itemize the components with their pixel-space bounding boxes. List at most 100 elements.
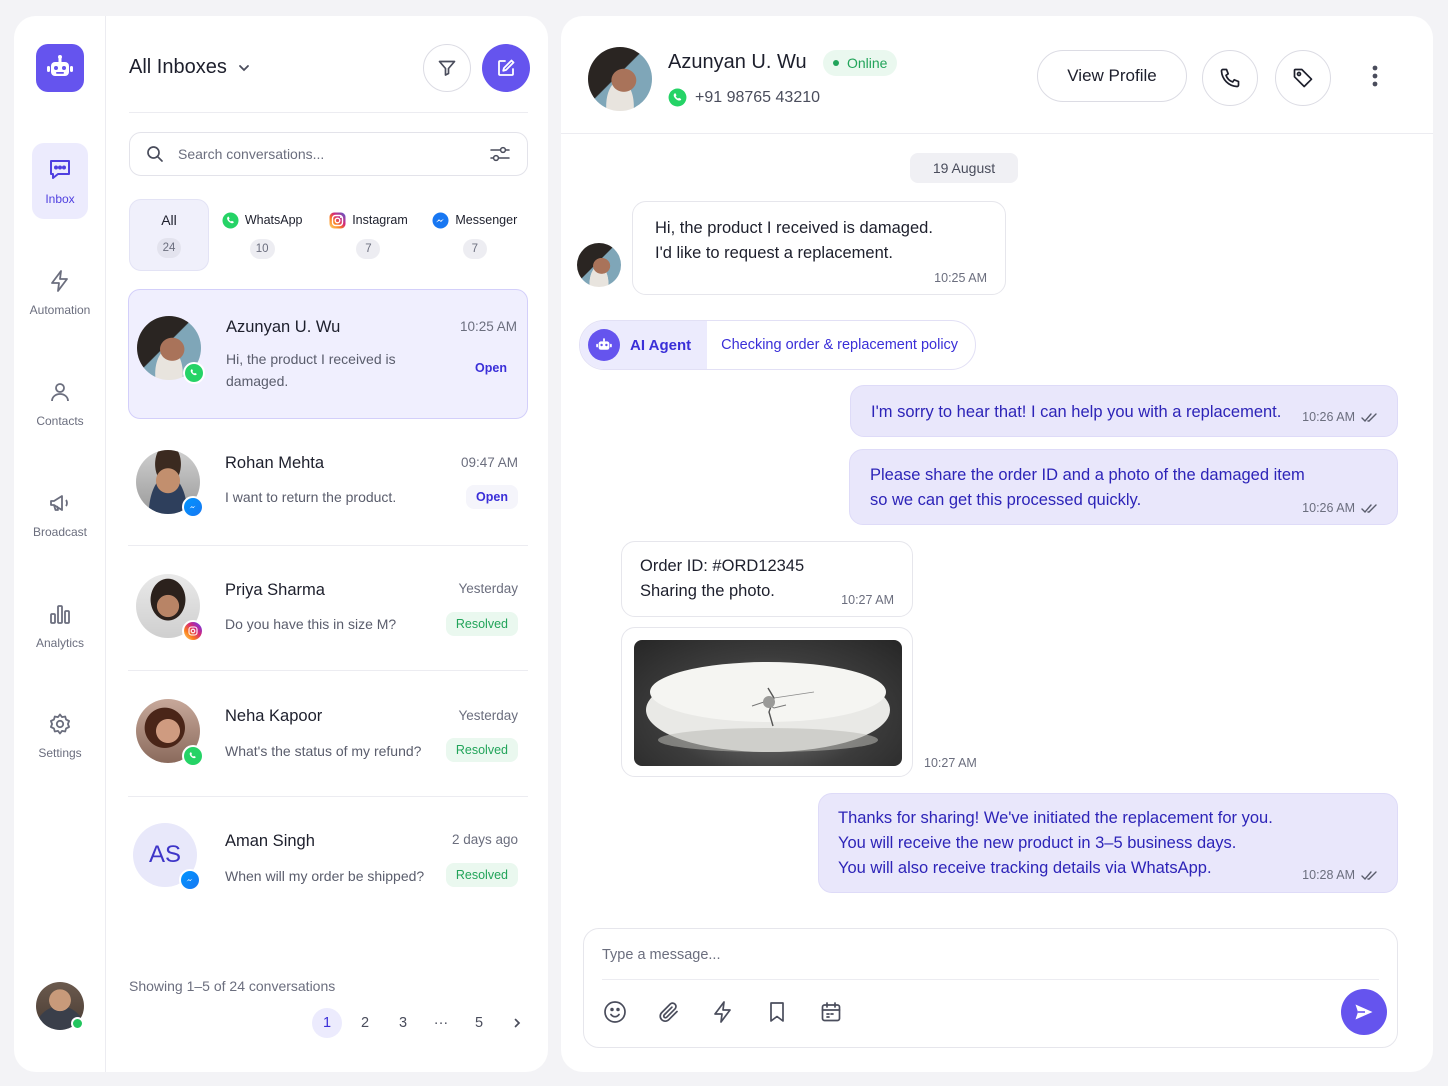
avatar: [136, 450, 204, 518]
nav-automation[interactable]: Automation: [22, 253, 98, 333]
messenger-icon: [432, 212, 449, 228]
next-page-button[interactable]: [502, 1008, 532, 1038]
message-preview: Hi, the product I received is damaged.: [226, 351, 396, 389]
conversation-item[interactable]: Azunyan U. Wu 10:25 AM Hi, the product I…: [128, 289, 528, 419]
lightning-icon: [51, 270, 68, 292]
messenger-badge-icon: [182, 496, 204, 518]
tab-label: WhatsApp: [244, 213, 303, 227]
avatar: [136, 699, 204, 767]
current-user-avatar[interactable]: [36, 982, 84, 1030]
pagination: 1 2 3 ··· 5: [312, 1008, 532, 1038]
tab-instagram[interactable]: Instagram 7: [315, 199, 421, 271]
instagram-badge-icon: [182, 620, 204, 642]
nav-inbox[interactable]: Inbox: [32, 143, 88, 219]
tab-label: Instagram: [352, 213, 408, 227]
incoming-message: Order ID: #ORD12345 Sharing the photo. 1…: [621, 541, 913, 617]
count-badge: 7: [462, 238, 487, 259]
phone-number: +91 98765 43210: [695, 88, 821, 106]
nav-analytics[interactable]: Analytics: [22, 586, 98, 666]
message-time: 10:26 AM: [1302, 410, 1355, 424]
conversation-item[interactable]: Neha Kapoor Yesterday What's the status …: [128, 687, 528, 795]
conversation-item[interactable]: Rohan Mehta 09:47 AM I want to return th…: [128, 436, 528, 544]
nav-broadcast[interactable]: Broadcast: [22, 475, 98, 555]
divider: [128, 670, 528, 671]
bot-logo-icon[interactable]: [36, 44, 84, 92]
schedule-button[interactable]: [818, 999, 844, 1025]
quick-reply-button[interactable]: [710, 999, 736, 1025]
message-time: 10:27 AM: [924, 756, 977, 770]
lightning-icon: [714, 1001, 731, 1023]
call-button[interactable]: [1202, 50, 1258, 106]
status-badge: Open: [466, 485, 518, 509]
conversation-item[interactable]: AS Aman Singh 2 days ago When will my or…: [128, 813, 528, 921]
compose-button[interactable]: [482, 44, 530, 92]
ai-agent-activity: Checking order & replacement policy: [721, 337, 959, 353]
contact-avatar[interactable]: [588, 47, 652, 111]
message-time: 10:28 AM: [1302, 868, 1355, 882]
message-text: You will receive the new product in 3–5 …: [838, 834, 1237, 852]
messenger-badge-icon: [179, 869, 201, 891]
message-text: Hi, the product I received is damaged.: [655, 219, 933, 237]
divider: [129, 112, 528, 113]
divider: [602, 979, 1379, 980]
page-button[interactable]: 1: [312, 1008, 342, 1038]
damaged-product-photo: [634, 640, 902, 766]
nav-contacts[interactable]: Contacts: [22, 364, 98, 444]
view-profile-button[interactable]: View Profile: [1037, 50, 1187, 102]
message-text: I'd like to request a replacement.: [655, 244, 893, 262]
contact-name: Azunyan U. Wu: [226, 318, 341, 336]
contact-name: Priya Sharma: [225, 581, 325, 599]
message-preview: I want to return the product.: [225, 489, 397, 505]
filter-icon: [438, 60, 456, 76]
message-input[interactable]: [602, 947, 1362, 963]
phone-icon: [1220, 68, 1240, 88]
whatsapp-badge-icon: [183, 362, 205, 384]
search-input[interactable]: [178, 146, 475, 162]
nav-label: Analytics: [35, 636, 85, 650]
tab-label: Messenger: [455, 213, 518, 227]
instagram-icon: [329, 212, 346, 228]
pagination-summary: Showing 1–5 of 24 conversations: [129, 978, 336, 994]
page-button[interactable]: 2: [350, 1008, 380, 1038]
nav-settings[interactable]: Settings: [22, 696, 98, 776]
outgoing-message: I'm sorry to hear that! I can help you w…: [850, 385, 1398, 437]
status-badge: Resolved: [445, 612, 518, 636]
contact-name: Aman Singh: [225, 832, 315, 850]
inbox-title: All Inboxes: [129, 56, 227, 78]
whatsapp-icon: [222, 212, 239, 228]
send-icon: [1355, 1004, 1373, 1020]
image-message[interactable]: [621, 627, 913, 777]
search-icon: [147, 146, 163, 162]
conversation-time: 09:47 AM: [460, 455, 518, 470]
conversation-item[interactable]: Priya Sharma Yesterday Do you have this …: [128, 562, 528, 670]
attach-button[interactable]: [656, 999, 682, 1025]
conversation-time: 2 days ago: [451, 832, 518, 847]
divider: [128, 796, 528, 797]
saved-replies-button[interactable]: [764, 999, 790, 1025]
chat-panel: Azunyan U. Wu Online +91 98765 43210 Vie…: [561, 16, 1433, 1072]
message-text: Please share the order ID and a photo of…: [870, 466, 1305, 484]
gear-icon: [50, 713, 70, 735]
message-composer: [583, 928, 1398, 1048]
inbox-selector[interactable]: All Inboxes: [129, 56, 251, 79]
filter-button[interactable]: [423, 44, 471, 92]
status-badge: Open: [475, 361, 507, 375]
emoji-button[interactable]: [602, 999, 628, 1025]
chat-header: Azunyan U. Wu Online +91 98765 43210 Vie…: [561, 16, 1433, 134]
message-text: Thanks for sharing! We've initiated the …: [838, 809, 1273, 827]
tab-all[interactable]: All 24: [129, 199, 209, 271]
edit-icon: [498, 59, 515, 76]
tab-messenger[interactable]: Messenger 7: [422, 199, 528, 271]
sliders-icon[interactable]: [489, 144, 511, 164]
page-button[interactable]: 3: [388, 1008, 418, 1038]
tab-whatsapp[interactable]: WhatsApp 10: [209, 199, 315, 271]
page-button[interactable]: 5: [464, 1008, 494, 1038]
incoming-message: Hi, the product I received is damaged. I…: [632, 201, 1006, 295]
tag-button[interactable]: [1275, 50, 1331, 106]
conversation-time: 10:25 AM: [459, 319, 517, 334]
outgoing-message: Please share the order ID and a photo of…: [849, 449, 1398, 525]
more-options-button[interactable]: [1361, 62, 1389, 90]
send-button[interactable]: [1341, 989, 1387, 1035]
composer-toolbar: [602, 999, 844, 1025]
status-badge: Resolved: [445, 863, 518, 887]
